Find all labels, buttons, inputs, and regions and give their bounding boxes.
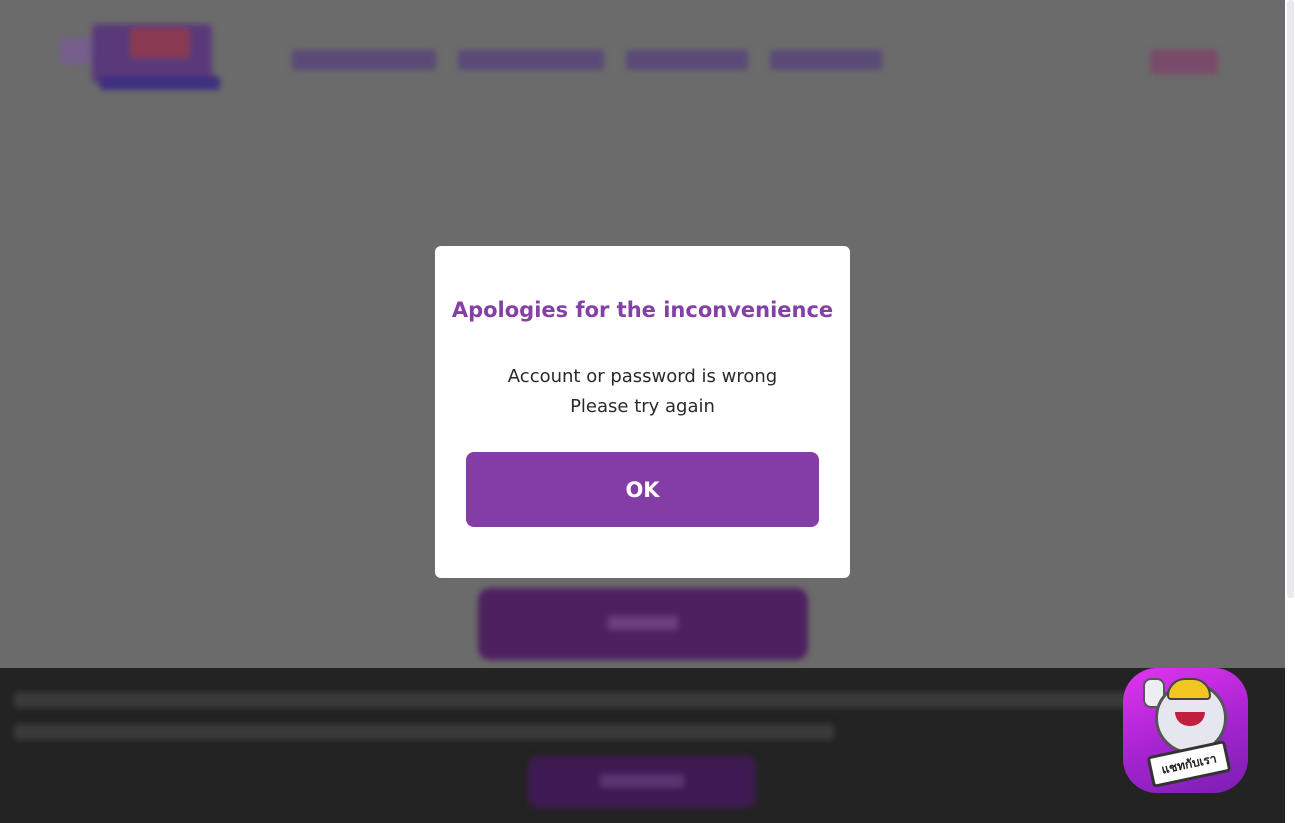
site-logo [60, 18, 228, 96]
dialog-message-line: Please try again [570, 396, 715, 417]
cookie-banner [0, 668, 1285, 823]
dialog-message-line: Account or password is wrong [507, 366, 778, 387]
main-nav [292, 50, 882, 70]
nav-item [626, 50, 748, 70]
nav-item [770, 50, 882, 70]
chat-widget-button[interactable]: แชทกับเรา [1123, 668, 1248, 793]
scrollbar-thumb[interactable] [1287, 0, 1294, 598]
ok-button[interactable]: OK [466, 452, 819, 527]
cookie-accept-button [528, 756, 756, 808]
chat-widget-label: แชทกับเรา [1146, 740, 1232, 788]
nav-item [292, 50, 436, 70]
nav-item [458, 50, 604, 70]
login-button-background [478, 588, 808, 660]
mascot-cap-icon [1167, 678, 1211, 700]
dialog-message: Account or password is wrong Please try … [435, 362, 850, 422]
error-dialog: Apologies for the inconvenience Account … [435, 246, 850, 578]
dialog-title: Apologies for the inconvenience [451, 298, 834, 322]
language-selector [1150, 50, 1218, 74]
